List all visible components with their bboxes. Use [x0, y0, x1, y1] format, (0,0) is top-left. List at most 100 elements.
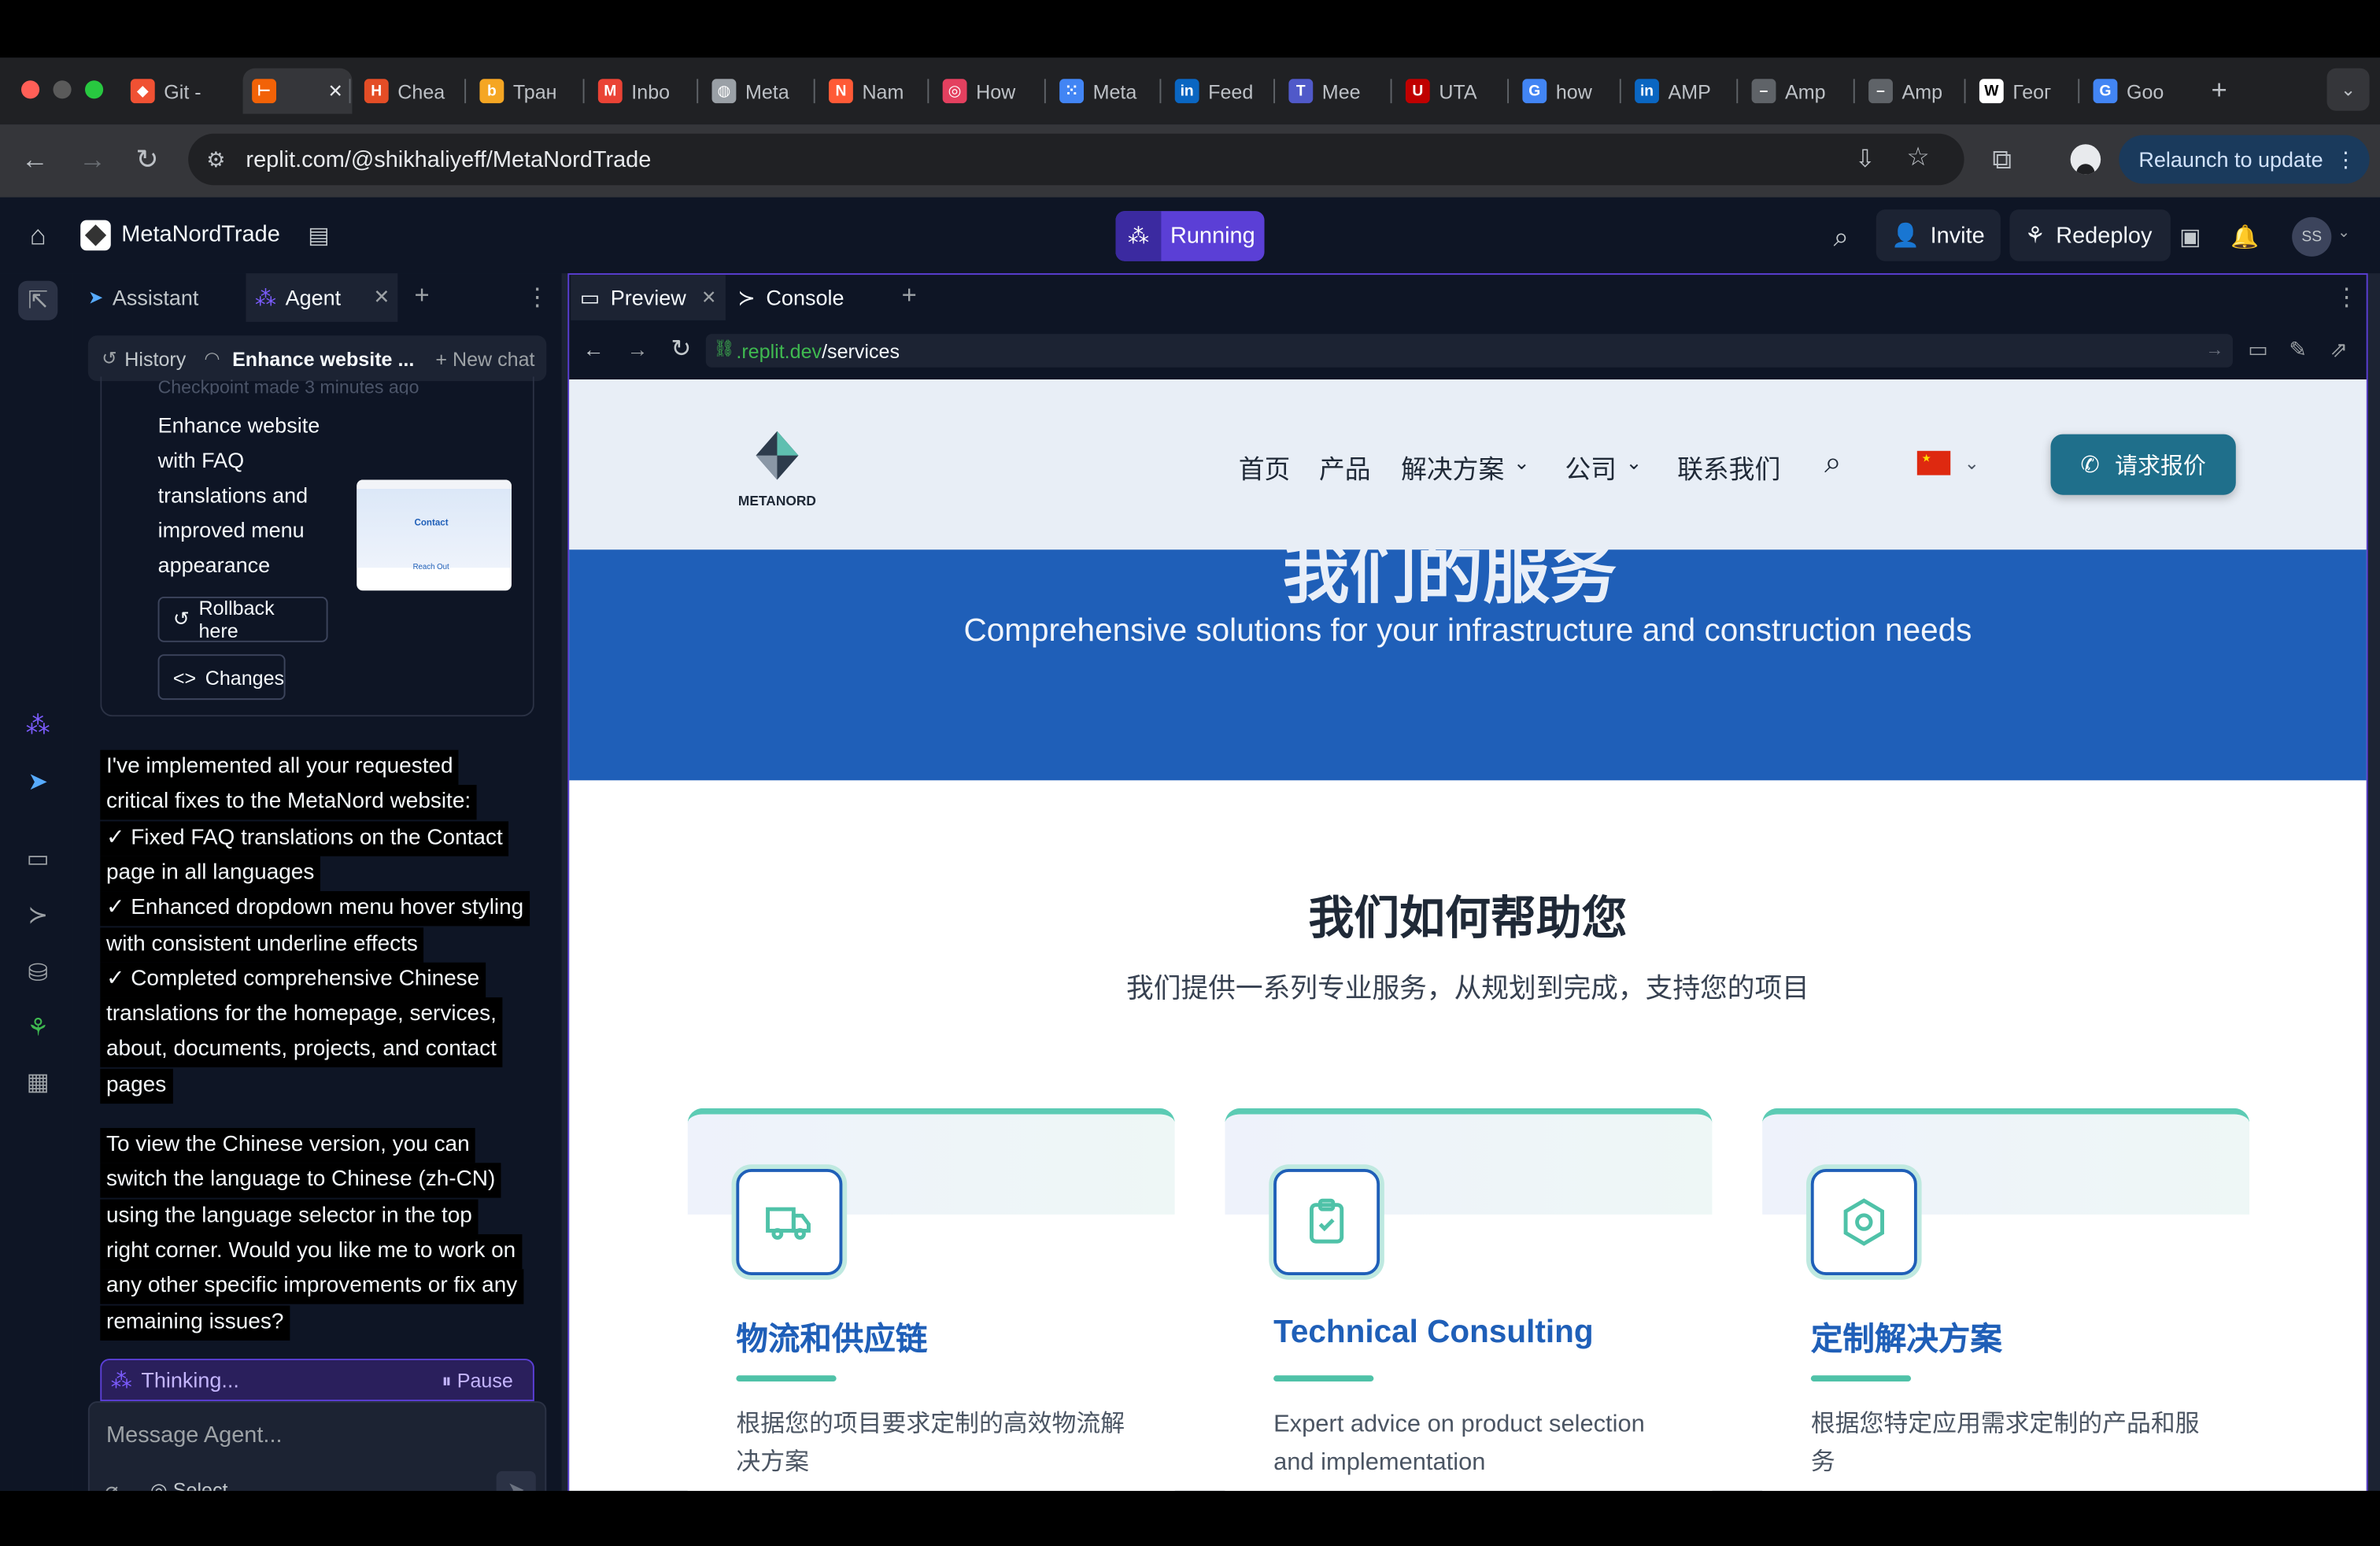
agent-message-line: any other specific improvements or fix a… [100, 1269, 523, 1305]
extensions-icon[interactable]: ⧉ [1986, 142, 2019, 176]
browser-tab[interactable]: in Feed [1166, 68, 1269, 114]
notifications-bell-icon[interactable]: 🔔 [2228, 220, 2261, 253]
site-info-icon[interactable]: ⚙ [206, 147, 225, 173]
browser-tab[interactable]: ⁙ Meta [1051, 68, 1154, 114]
browser-tab[interactable]: b Тран [471, 68, 574, 114]
console-rail-icon[interactable]: ≻ [18, 899, 57, 932]
device-icon[interactable]: ▭ [2248, 337, 2268, 363]
preview-reload-icon[interactable]: ↻ [671, 334, 691, 364]
invite-button[interactable]: 👤 Invite [1876, 209, 2001, 261]
panel-menu-icon[interactable]: ⋮ [525, 283, 549, 313]
request-quote-button[interactable]: ✆ 请求报价 [2050, 434, 2236, 495]
redeploy-button[interactable]: ⚘ Redeploy [2009, 209, 2171, 261]
project-name[interactable]: MetaNordTrade [121, 222, 280, 248]
close-tab-icon[interactable]: ✕ [373, 286, 390, 310]
deployments-icon[interactable]: ⚘ [18, 1011, 57, 1044]
chevron-down-icon[interactable]: ⌄ [2338, 224, 2350, 241]
profile-icon[interactable] [2070, 144, 2101, 175]
history-button[interactable]: History [124, 347, 186, 370]
tab-separator [1964, 79, 1966, 104]
bookmark-star-icon[interactable]: ☆ [1906, 142, 1929, 173]
site-nav-item[interactable]: 联系我们 [1677, 448, 1780, 486]
tab-assistant[interactable]: ➤ Assistant [88, 279, 199, 316]
service-card[interactable]: 定制解决方案 根据您特定应用需求定制的产品和服务 [1762, 1108, 2250, 1491]
browser-tab[interactable]: N Nam [819, 68, 922, 114]
project-info-icon[interactable]: ▤ [304, 220, 334, 251]
browser-tab[interactable]: ⊢ ✕ [242, 68, 353, 114]
select-button[interactable]: ◎ Select [150, 1478, 228, 1490]
install-app-icon[interactable]: ⇩ [1855, 144, 1876, 175]
add-tab-icon[interactable]: + [415, 281, 430, 312]
tab-preview[interactable]: ▭ Preview [580, 279, 686, 316]
close-preview-tab-icon[interactable]: ✕ [701, 287, 716, 309]
browser-tab[interactable]: M Inbo [589, 68, 692, 114]
site-search-icon[interactable]: ⌕ [1824, 446, 1842, 481]
browser-tab[interactable]: – Amp [1860, 68, 1963, 114]
close-tab-icon[interactable]: ✕ [327, 80, 342, 102]
agent-rail-icon[interactable]: ⁂ [18, 709, 57, 742]
service-card[interactable]: 物流和供应链 根据您的项目要求定制的高效物流解决方案 [687, 1108, 1175, 1491]
rollback-button[interactable]: ↺ Rollback here [157, 596, 328, 642]
tab-console[interactable]: ≻ Console [737, 279, 844, 316]
deployment-status-icon[interactable]: ▣ [2174, 220, 2207, 253]
files-panel-icon[interactable]: ⇱ [18, 280, 58, 320]
browser-tab[interactable]: G Goo [2084, 68, 2187, 114]
browser-tab[interactable]: U UTA [1396, 68, 1499, 114]
message-input[interactable]: Message Agent... [106, 1422, 283, 1448]
site-nav-item[interactable]: 首页 [1239, 448, 1291, 486]
china-flag-icon[interactable]: ★ [1916, 450, 1951, 475]
browser-tab-label: Git - [164, 80, 201, 103]
site-nav-item[interactable]: 解决方案 ⌄ [1401, 448, 1530, 486]
pause-button[interactable]: ⏸ Pause [442, 1370, 513, 1394]
database-icon[interactable]: ⛁ [18, 956, 57, 989]
attach-icon[interactable]: ⌀ [105, 1478, 118, 1490]
browser-tab[interactable]: Ghow [1513, 68, 1617, 114]
preview-url-bar[interactable]: ⛓ .replit.dev/services → [705, 334, 2233, 368]
add-pane-tab-icon[interactable]: + [902, 281, 917, 312]
tab-separator [1736, 79, 1739, 104]
tab-agent[interactable]: ⁂ Agent [255, 279, 341, 316]
back-icon[interactable]: ← [18, 142, 51, 176]
address-bar[interactable]: ⚙ replit.com/@shikhaliyeff/MetaNordTrade… [188, 133, 1964, 186]
browser-tab-label: Nam [862, 80, 904, 103]
relaunch-button[interactable]: Relaunch to update ⋮ [2119, 135, 2370, 184]
close-window-button[interactable] [21, 80, 40, 99]
send-button[interactable]: ➤ [496, 1470, 536, 1491]
browser-tab[interactable]: ◍ Meta [703, 68, 806, 114]
browser-tab[interactable]: – Amp [1743, 68, 1846, 114]
user-avatar[interactable]: SS [2292, 216, 2332, 257]
search-icon[interactable]: ⌕ [1824, 220, 1857, 253]
pane-menu-icon[interactable]: ⋮ [2334, 283, 2359, 313]
service-card[interactable]: Technical Consulting Expert advice on pro… [1225, 1108, 1713, 1491]
language-chevron-icon[interactable]: ⌄ [1964, 453, 1979, 474]
new-tab-icon[interactable]: + [2204, 74, 2234, 105]
tab-search-button[interactable]: ⌄ [2326, 68, 2370, 111]
preview-rail-icon[interactable]: ▭ [18, 842, 57, 875]
site-nav-item[interactable]: 产品 [1319, 448, 1371, 486]
run-status-button[interactable]: ⁂ Running [1115, 211, 1265, 261]
site-nav-item[interactable]: 公司 ⌄ [1565, 448, 1642, 486]
all-tools-grid-icon[interactable]: ▦ [18, 1066, 57, 1099]
home-icon[interactable]: ⌂ [21, 219, 54, 252]
browser-tab[interactable]: ◎ How [933, 68, 1037, 114]
browser-tab[interactable]: in AMP [1626, 68, 1729, 114]
checkpoint-screenshot[interactable]: Contact Reach Out [357, 479, 512, 591]
reload-icon[interactable]: ↻ [131, 142, 164, 176]
browser-tab[interactable]: H Chea [355, 68, 458, 114]
checkpoint-faded-label: Checkpoint made 3 minutes ago [157, 379, 419, 395]
preview-forward-icon[interactable]: → [627, 337, 649, 361]
browser-tab[interactable]: ◆ Git - [121, 68, 224, 114]
metanord-logo[interactable]: METANORD [732, 428, 823, 509]
maximize-window-button[interactable] [85, 80, 104, 99]
open-new-window-icon[interactable]: ⇗ [2330, 337, 2348, 363]
browser-tab[interactable]: W Геог [1970, 68, 2073, 114]
changes-button[interactable]: <> Changes [157, 654, 286, 701]
assistant-rail-icon[interactable]: ➤ [18, 765, 57, 798]
browser-tab[interactable]: T Mee [1280, 68, 1383, 114]
preview-back-icon[interactable]: ← [583, 337, 604, 361]
new-chat-button[interactable]: + New chat [435, 347, 534, 370]
minimize-window-button[interactable] [53, 80, 72, 99]
url-go-icon[interactable]: → [2205, 338, 2223, 360]
devtools-wrench-icon[interactable]: ✎ [2289, 337, 2307, 363]
forward-icon[interactable]: → [76, 142, 109, 176]
